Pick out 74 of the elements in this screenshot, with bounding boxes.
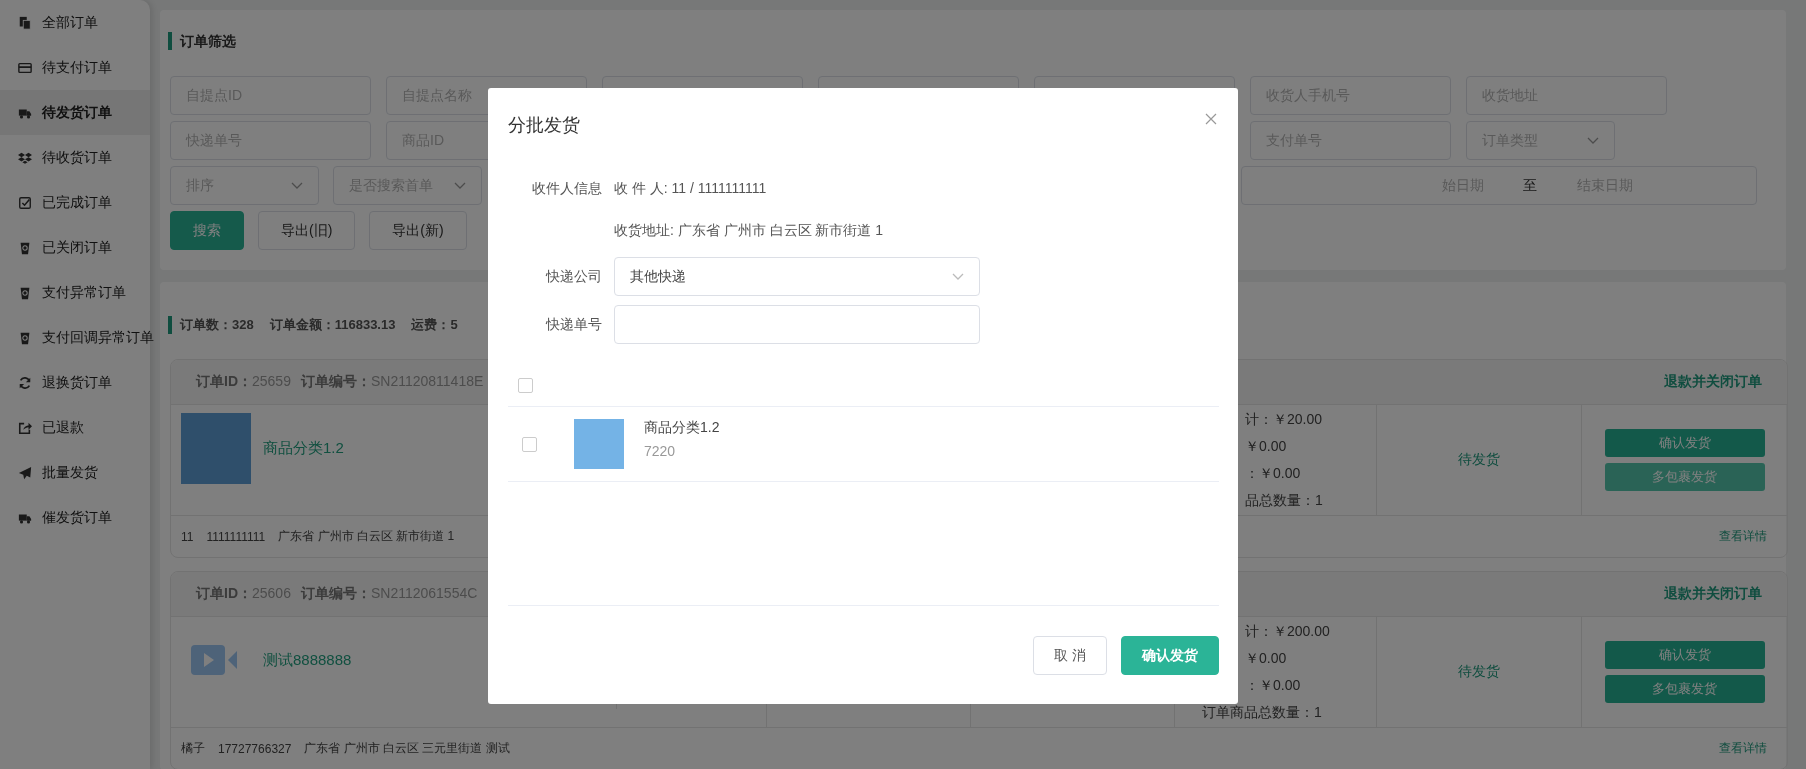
card-icon xyxy=(18,60,32,75)
amount-line: ：￥0.00 xyxy=(1244,676,1302,695)
sidebar-item[interactable]: 全部订单 xyxy=(0,0,150,45)
product-name: 商品分类1.2 xyxy=(644,419,720,437)
chevron-down-icon xyxy=(952,272,964,281)
form-label: 收件人信息 xyxy=(531,180,602,198)
receiver-phone: 17727766327 xyxy=(218,741,292,756)
form-label: 快递公司 xyxy=(544,267,602,286)
recipient-address: 收货地址: 广东省 广州市 白云区 新市街道 1 xyxy=(614,222,884,240)
amount-line: 计：￥200.00 xyxy=(1244,622,1331,641)
receiver-phone: 1111111111 xyxy=(206,529,266,544)
product-photo xyxy=(181,413,251,484)
sidebar-item[interactable]: 已完成订单 xyxy=(0,180,150,225)
row-checkbox[interactable] xyxy=(522,436,537,452)
confirm-ship-button[interactable]: 确认发货 xyxy=(1121,636,1219,675)
receiver-address: 广东省 广州市 白云区 三元里街道 测试 xyxy=(304,740,510,757)
export-button[interactable]: 导出(旧) xyxy=(258,211,356,250)
chevron-down-icon xyxy=(291,181,303,190)
sidebar-item[interactable]: 待发货订单 xyxy=(0,90,150,135)
view-details-link[interactable]: 查看详情 xyxy=(1719,740,1767,757)
refund-close-link[interactable]: 退款并关闭订单 xyxy=(1664,373,1762,391)
export-button[interactable]: 导出(新) xyxy=(369,211,467,250)
receiver-name: 橘子 xyxy=(181,740,205,757)
sidebar-item[interactable]: 已关闭订单 xyxy=(0,225,150,270)
receiver-name: 11 xyxy=(181,529,194,544)
product-name-link[interactable]: 商品分类1.2 xyxy=(263,439,344,458)
cup-icon xyxy=(18,240,32,255)
close-icon[interactable] xyxy=(1205,113,1217,125)
order-status: 待发货 xyxy=(1458,451,1500,469)
confirm-ship-button[interactable]: 确认发货 xyxy=(1604,641,1765,669)
courier-select[interactable]: 其他快递 xyxy=(614,257,980,296)
plane-icon xyxy=(18,465,32,480)
summary-stat: 运费：5 xyxy=(411,316,458,334)
product-name-link[interactable]: 测试8888888 xyxy=(263,651,352,670)
search-button[interactable]: 搜索 xyxy=(170,211,244,250)
cup-icon xyxy=(18,330,32,345)
amount-line: ：￥0.00 xyxy=(1244,464,1302,483)
product-sku: 7220 xyxy=(644,443,677,459)
refund-close-link[interactable]: 退款并关闭订单 xyxy=(1664,585,1762,603)
confirm-ship-button[interactable]: 确认发货 xyxy=(1604,429,1765,457)
select-all-checkbox[interactable] xyxy=(518,377,533,393)
range-separator: 至 xyxy=(1523,176,1537,195)
amount-line: ￥0.00 xyxy=(1244,649,1288,668)
amount-line: 计：￥20.00 xyxy=(1244,410,1324,429)
recipient-info: 收 件 人: 11 / 1111111111 xyxy=(614,180,767,198)
sidebar-item[interactable]: 催发货订单 xyxy=(0,495,150,540)
copy-icon xyxy=(18,15,32,30)
cup-icon xyxy=(18,285,32,300)
sidebar-item[interactable]: 待支付订单 xyxy=(0,45,150,90)
check-icon xyxy=(18,195,32,210)
tracking-number-input[interactable] xyxy=(614,305,980,344)
product-photo xyxy=(574,419,624,469)
amount-line: 订单商品总数量：1 xyxy=(1202,703,1323,722)
view-details-link[interactable]: 查看详情 xyxy=(1719,528,1767,545)
form-label: 快递单号 xyxy=(544,315,602,334)
order-status: 待发货 xyxy=(1458,663,1500,681)
cancel-button[interactable]: 取 消 xyxy=(1033,636,1107,675)
sidebar-item[interactable]: 批量发货 xyxy=(0,450,150,495)
section-title: 订单筛选 xyxy=(168,32,1776,50)
summary-stat: 订单金额：116833.13 xyxy=(269,316,396,334)
dropbox-icon xyxy=(18,150,32,165)
sidebar-item[interactable]: 支付异常订单 xyxy=(0,270,150,315)
sidebar-item[interactable]: 已退款 xyxy=(0,405,150,450)
amount-line: ￥0.00 xyxy=(1244,437,1288,456)
sidebar-item[interactable]: 退换货订单 xyxy=(0,360,150,405)
chevron-down-icon xyxy=(454,181,466,190)
refresh-icon xyxy=(18,375,32,390)
multi-package-ship-button[interactable]: 多包裹发货 xyxy=(1604,675,1765,703)
amount-line: 品总数量：1 xyxy=(1244,491,1324,510)
sidebar-item[interactable]: 待收货订单 xyxy=(0,135,150,180)
share-icon xyxy=(18,420,32,435)
chevron-down-icon xyxy=(1587,136,1599,145)
receiver-address: 广东省 广州市 白云区 新市街道 1 xyxy=(278,528,455,545)
summary-stat: 订单数：328 xyxy=(180,316,254,334)
